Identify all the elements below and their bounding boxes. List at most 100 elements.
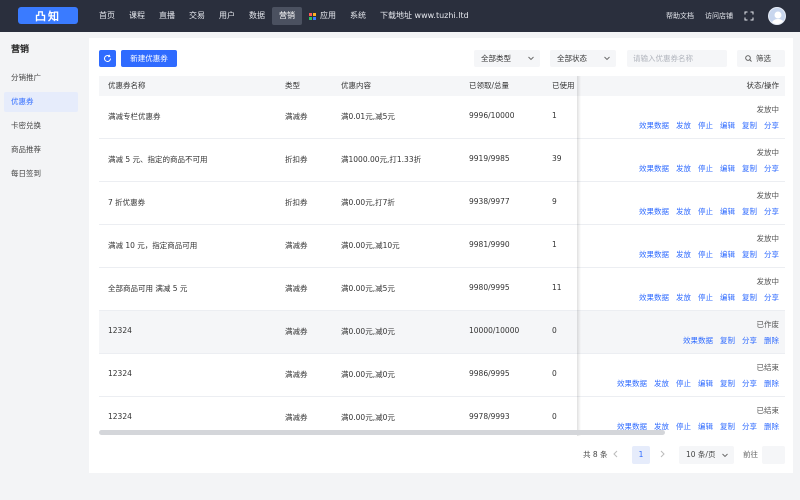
col-header-used: 已使用: [552, 81, 575, 90]
cell-used: 1: [552, 111, 557, 120]
copy-link[interactable]: 复制: [720, 378, 735, 389]
cell-claimed: 9919/9985: [469, 154, 510, 163]
cell-used: 0: [552, 369, 557, 378]
nav-item-apps[interactable]: 应用: [302, 7, 343, 25]
stop-link[interactable]: 停止: [698, 163, 713, 174]
apps-grid-icon: [309, 12, 316, 20]
copy-link[interactable]: 复制: [742, 249, 757, 260]
stats-link[interactable]: 效果数据: [639, 206, 669, 217]
stop-link[interactable]: 停止: [698, 249, 713, 260]
copy-link[interactable]: 复制: [742, 206, 757, 217]
copy-link[interactable]: 复制: [742, 163, 757, 174]
stop-link[interactable]: 停止: [676, 378, 691, 389]
stats-link[interactable]: 效果数据: [617, 378, 647, 389]
nav-item-marketing[interactable]: 营销: [272, 7, 302, 25]
edit-link[interactable]: 编辑: [720, 292, 735, 303]
page-number-current[interactable]: 1: [632, 446, 650, 464]
edit-link[interactable]: 编辑: [720, 249, 735, 260]
stats-link[interactable]: 效果数据: [639, 120, 669, 131]
stats-link[interactable]: 效果数据: [639, 292, 669, 303]
share-link[interactable]: 分享: [742, 421, 757, 432]
copy-link[interactable]: 复制: [720, 421, 735, 432]
sidebar-item-coupons[interactable]: 优惠券: [4, 92, 78, 112]
copy-link[interactable]: 复制: [720, 335, 735, 346]
status-select[interactable]: 全部状态: [550, 50, 616, 67]
issue-link[interactable]: 发放: [654, 378, 669, 389]
edit-link[interactable]: 编辑: [698, 421, 713, 432]
cell-name: 12324: [108, 412, 132, 421]
stats-link[interactable]: 效果数据: [639, 163, 669, 174]
nav-item-users[interactable]: 用户: [212, 7, 242, 25]
help-docs-link[interactable]: 帮助文档: [666, 11, 694, 21]
status-text: 发放中: [756, 191, 780, 200]
cell-name: 满减 5 元、指定的商品不可用: [108, 155, 208, 164]
cell-claimed: 9996/10000: [469, 111, 515, 120]
nav-item-download[interactable]: 下载地址 www.tuzhi.ltd: [373, 7, 476, 25]
stop-link[interactable]: 停止: [698, 206, 713, 217]
row-actions: 效果数据 发放 停止 编辑 复制 分享: [639, 249, 779, 260]
user-avatar[interactable]: [768, 7, 786, 25]
copy-link[interactable]: 复制: [742, 120, 757, 131]
sidebar-item-card-redeem[interactable]: 卡密兑换: [4, 116, 78, 136]
horizontal-scrollbar[interactable]: [99, 430, 665, 435]
copy-link[interactable]: 复制: [742, 292, 757, 303]
col-header-status-actions: 状态/操作: [746, 81, 779, 90]
visit-store-link[interactable]: 访问店铺: [705, 11, 733, 21]
sidebar: 营销 分销推广 优惠券 卡密兑换 商品推荐 每日签到: [0, 32, 84, 500]
delete-link[interactable]: 删除: [764, 335, 779, 346]
prev-page-icon[interactable]: [613, 450, 618, 460]
row-actions: 效果数据 发放 停止 编辑 复制 分享: [639, 120, 779, 131]
issue-link[interactable]: 发放: [676, 120, 691, 131]
fullscreen-icon[interactable]: [744, 11, 754, 21]
nav-item-transactions[interactable]: 交易: [182, 7, 212, 25]
issue-link[interactable]: 发放: [676, 249, 691, 260]
stop-link[interactable]: 停止: [698, 292, 713, 303]
page-size-value: 10 条/页: [686, 450, 716, 459]
table-row: 满减专栏优惠券 满减券 满0.01元,减5元 9996/10000 1 发放中 效果数据 发放…: [99, 96, 785, 139]
issue-link[interactable]: 发放: [676, 163, 691, 174]
new-coupon-button[interactable]: 新建优惠券: [121, 50, 177, 67]
share-link[interactable]: 分享: [764, 249, 779, 260]
share-link[interactable]: 分享: [742, 335, 757, 346]
logo[interactable]: 凸知: [18, 7, 78, 24]
sidebar-item-daily-checkin[interactable]: 每日签到: [4, 164, 78, 184]
share-link[interactable]: 分享: [764, 163, 779, 174]
filter-button[interactable]: 筛选: [737, 50, 785, 67]
page-size-select[interactable]: 10 条/页: [679, 446, 734, 464]
stop-link[interactable]: 停止: [698, 120, 713, 131]
refresh-button[interactable]: [99, 50, 116, 67]
issue-link[interactable]: 发放: [676, 292, 691, 303]
nav-item-apps-label: 应用: [320, 11, 336, 20]
share-link[interactable]: 分享: [764, 206, 779, 217]
nav-item-system[interactable]: 系统: [343, 7, 373, 25]
cell-name: 全部商品可用 满减 5 元: [108, 284, 188, 293]
sidebar-item-product-recommend[interactable]: 商品推荐: [4, 140, 78, 160]
nav-item-home[interactable]: 首页: [92, 7, 122, 25]
stats-link[interactable]: 效果数据: [683, 335, 713, 346]
share-link[interactable]: 分享: [764, 120, 779, 131]
share-link[interactable]: 分享: [742, 378, 757, 389]
status-text: 已结束: [756, 363, 780, 372]
cell-used: 0: [552, 326, 557, 335]
col-header-name: 优惠券名称: [108, 81, 146, 90]
nav-item-data[interactable]: 数据: [242, 7, 272, 25]
nav-item-courses[interactable]: 课程: [122, 7, 152, 25]
goto-page-input[interactable]: [762, 446, 785, 464]
share-link[interactable]: 分享: [764, 292, 779, 303]
sidebar-item-distribution[interactable]: 分销推广: [4, 68, 78, 88]
next-page-icon[interactable]: [660, 450, 665, 460]
edit-link[interactable]: 编辑: [698, 378, 713, 389]
topbar-right: 帮助文档 访问店铺: [666, 0, 786, 32]
type-select[interactable]: 全部类型: [474, 50, 540, 67]
stats-link[interactable]: 效果数据: [639, 249, 669, 260]
edit-link[interactable]: 编辑: [720, 163, 735, 174]
edit-link[interactable]: 编辑: [720, 206, 735, 217]
stop-link[interactable]: 停止: [676, 421, 691, 432]
coupon-search-input[interactable]: [627, 50, 727, 67]
edit-link[interactable]: 编辑: [720, 120, 735, 131]
main-nav: 首页 课程 直播 交易 用户 数据 营销 应用 系统 下载地址 www.tuzh…: [92, 7, 476, 25]
delete-link[interactable]: 删除: [764, 378, 779, 389]
issue-link[interactable]: 发放: [676, 206, 691, 217]
nav-item-live[interactable]: 直播: [152, 7, 182, 25]
delete-link[interactable]: 删除: [764, 421, 779, 432]
